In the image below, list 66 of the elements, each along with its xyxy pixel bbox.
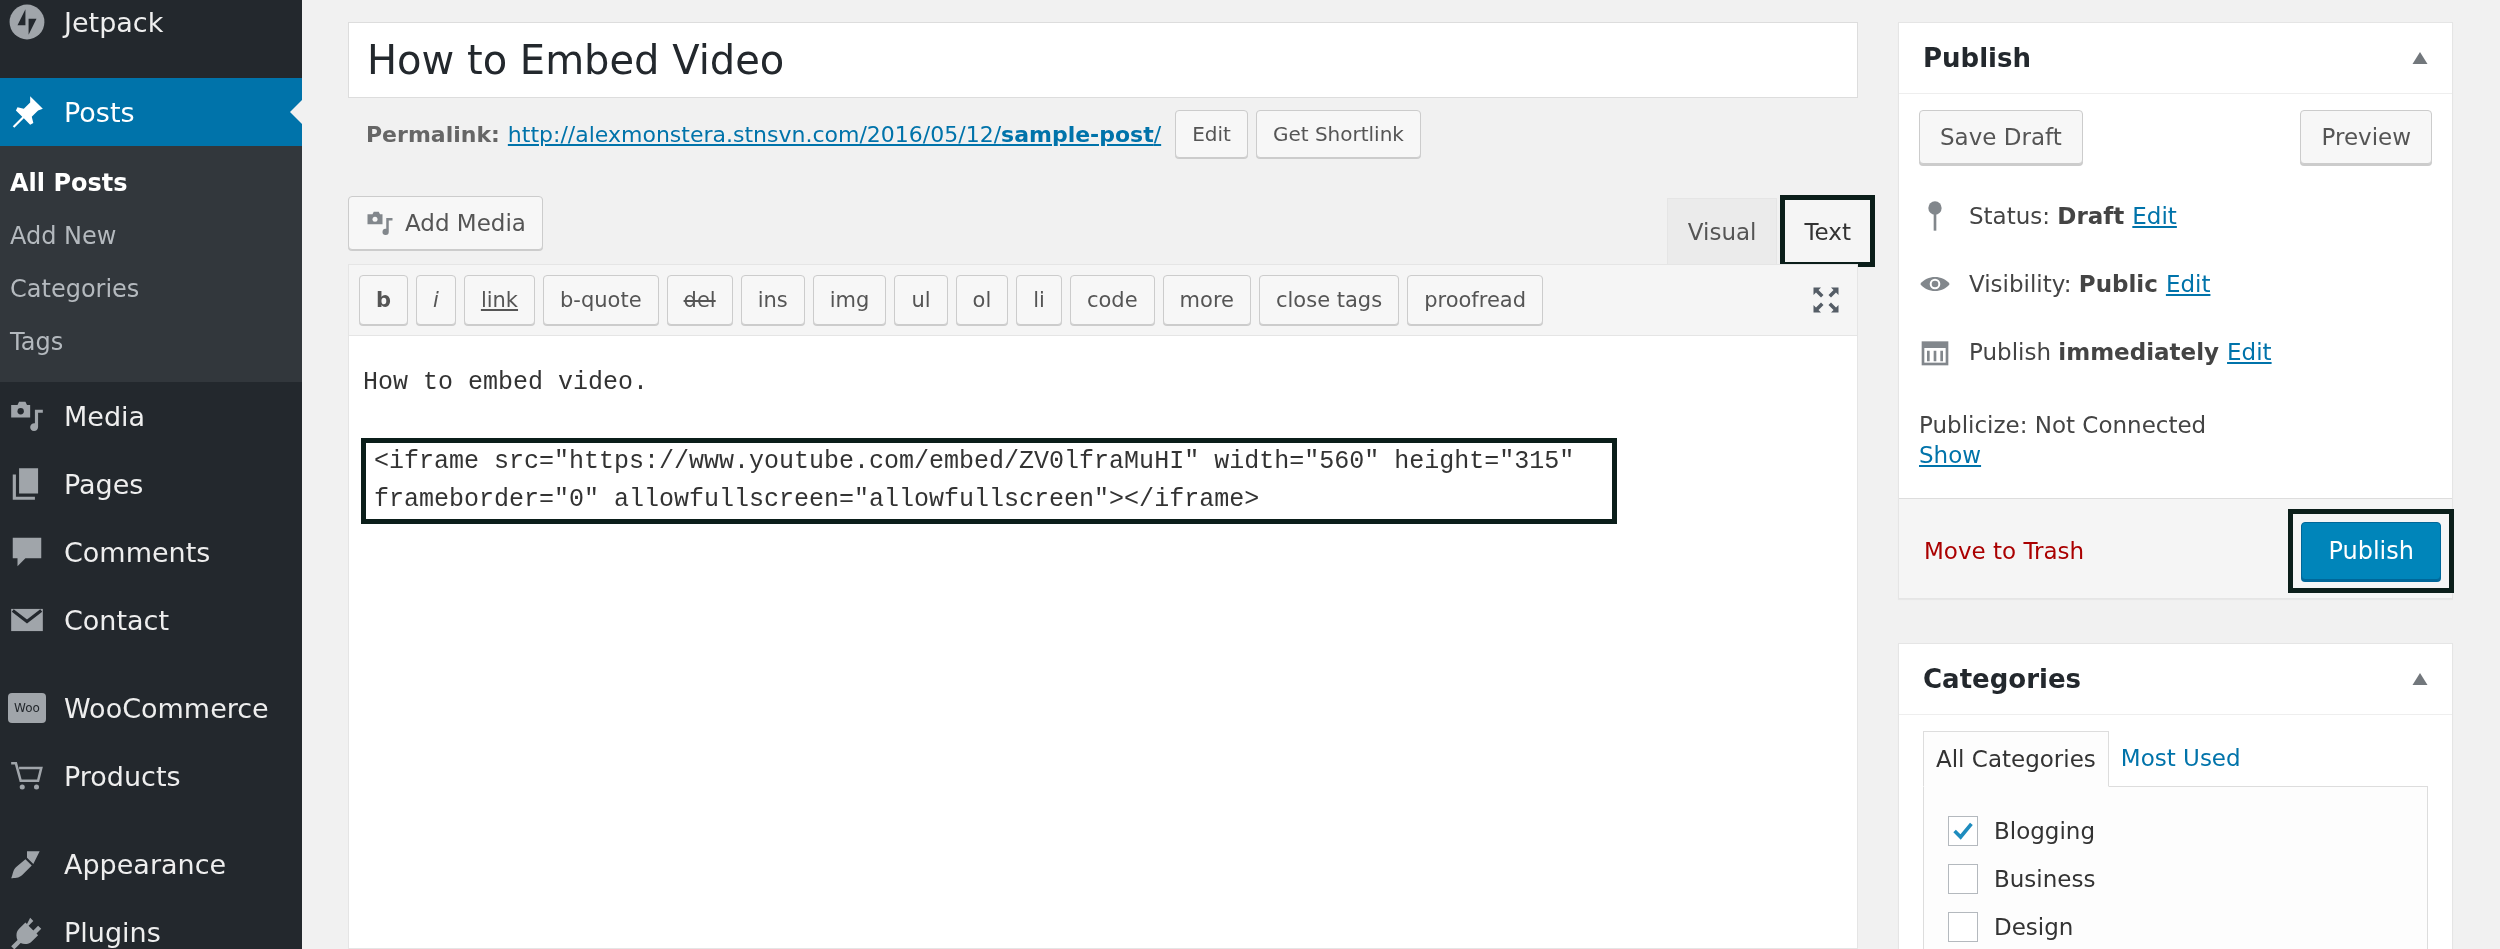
category-label: Blogging	[1994, 818, 2095, 844]
sidebar-menu-item[interactable]: Media	[0, 382, 302, 450]
permalink-button[interactable]: Edit	[1175, 110, 1248, 158]
move-to-trash-link[interactable]: Move to Trash	[1924, 537, 2085, 564]
edit-link[interactable]: Edit	[2132, 203, 2177, 229]
category-label: Business	[1994, 866, 2096, 892]
quicktag-button[interactable]: link	[463, 275, 536, 325]
publish-button[interactable]: Publish	[2301, 521, 2441, 580]
checkbox[interactable]	[1948, 912, 1978, 942]
preview-button[interactable]: Preview	[2300, 110, 2432, 164]
quicktag-button[interactable]: b	[359, 275, 409, 325]
quicktag-button[interactable]: del	[666, 275, 733, 325]
sidebar-menu-item[interactable]: Products	[0, 742, 302, 810]
submenu-item[interactable]: Categories	[0, 262, 302, 315]
quicktag-button[interactable]: proofread	[1407, 275, 1543, 325]
permalink-button[interactable]: Get Shortlink	[1255, 110, 1421, 158]
sidebar-menu-item[interactable]: Appearance	[0, 830, 302, 898]
permalink-link[interactable]: http://alexmonstera.stnsvn.com/2016/05/12/sample-post/	[507, 121, 1162, 147]
collapse-triangle-icon[interactable]	[2412, 673, 2428, 685]
publish-meta-text: Status: Draft	[1969, 203, 2125, 229]
quicktag-button[interactable]: ul	[894, 275, 948, 325]
panel-title: Categories	[1923, 664, 2081, 694]
submenu-item[interactable]: All Posts	[0, 156, 302, 209]
quicktag-button[interactable]: ins	[740, 275, 805, 325]
checkbox[interactable]	[1948, 816, 1978, 846]
panel-title: Publish	[1923, 43, 2031, 73]
publish-meta-text: Visibility: Public	[1969, 271, 2158, 297]
save-draft-button[interactable]: Save Draft	[1919, 110, 2083, 164]
text-editor-area[interactable]: How to embed video. <iframe src="https://www.youtube.com/embed/ZV0lfraMuHI" width="560" height="315" frameborder="0" allowfullscreen="allowfullscreen"></iframe>	[349, 336, 1857, 948]
code-text: How to embed video.	[362, 367, 650, 399]
collapse-triangle-icon[interactable]	[2412, 52, 2428, 64]
editor-tab[interactable]: Text	[1783, 198, 1872, 264]
quicktag-button[interactable]: img	[812, 275, 887, 325]
edit-link[interactable]: Edit	[2165, 271, 2211, 297]
quicktag-button[interactable]: li	[1016, 275, 1062, 325]
quicktag-button[interactable]: i	[416, 275, 456, 325]
post-title-field[interactable]: How to Embed Video	[348, 22, 1858, 98]
quicktag-button[interactable]: code	[1069, 275, 1155, 325]
publicize-text: Publicize: Not Connected	[1919, 412, 2208, 438]
add-media-button[interactable]: Add Media	[348, 196, 543, 250]
quicktag-button[interactable]: more	[1162, 275, 1251, 325]
jetpack-icon	[8, 3, 46, 41]
category-label: Design	[1994, 914, 2074, 940]
submenu-item[interactable]: Add New	[0, 209, 302, 262]
quicktag-button[interactable]: ol	[955, 275, 1009, 325]
publish-meta-text: Publish immediately	[1969, 339, 2220, 365]
quicktag-button[interactable]: b-quote	[543, 275, 659, 325]
woo-bubble-icon: Woo	[8, 693, 46, 723]
quicktag-button[interactable]: close tags	[1259, 275, 1400, 325]
show-link[interactable]: Show	[1919, 442, 1982, 468]
sidebar-menu-item[interactable]: Woo WooCommerce	[0, 674, 302, 742]
sidebar-menu-item[interactable]: Posts	[0, 78, 302, 146]
checkbox[interactable]	[1948, 864, 1978, 894]
permalink-label: Permalink:	[366, 121, 500, 147]
sidebar-menu-item[interactable]: Jetpack	[0, 0, 302, 56]
editor-tab[interactable]: Visual	[1666, 198, 1778, 264]
sidebar-menu-item[interactable]: Pages	[0, 450, 302, 518]
category-tab[interactable]: Most Used	[2108, 731, 2253, 785]
submenu-item[interactable]: Tags	[0, 315, 302, 368]
sidebar-menu-item[interactable]: Contact	[0, 586, 302, 654]
edit-link[interactable]: Edit	[2227, 339, 2272, 365]
fullscreen-icon[interactable]	[1811, 285, 1841, 315]
sidebar-menu-item[interactable]: Comments	[0, 518, 302, 586]
code-text: <iframe src="https://www.youtube.com/embed/ZV0lfraMuHI" width="560" height="315" frameborder="0" allowfullscreen="allowfullscreen"></iframe>	[361, 438, 1618, 524]
sidebar-menu-item[interactable]: Plugins	[0, 898, 302, 949]
category-tab[interactable]: All Categories	[1923, 731, 2109, 787]
